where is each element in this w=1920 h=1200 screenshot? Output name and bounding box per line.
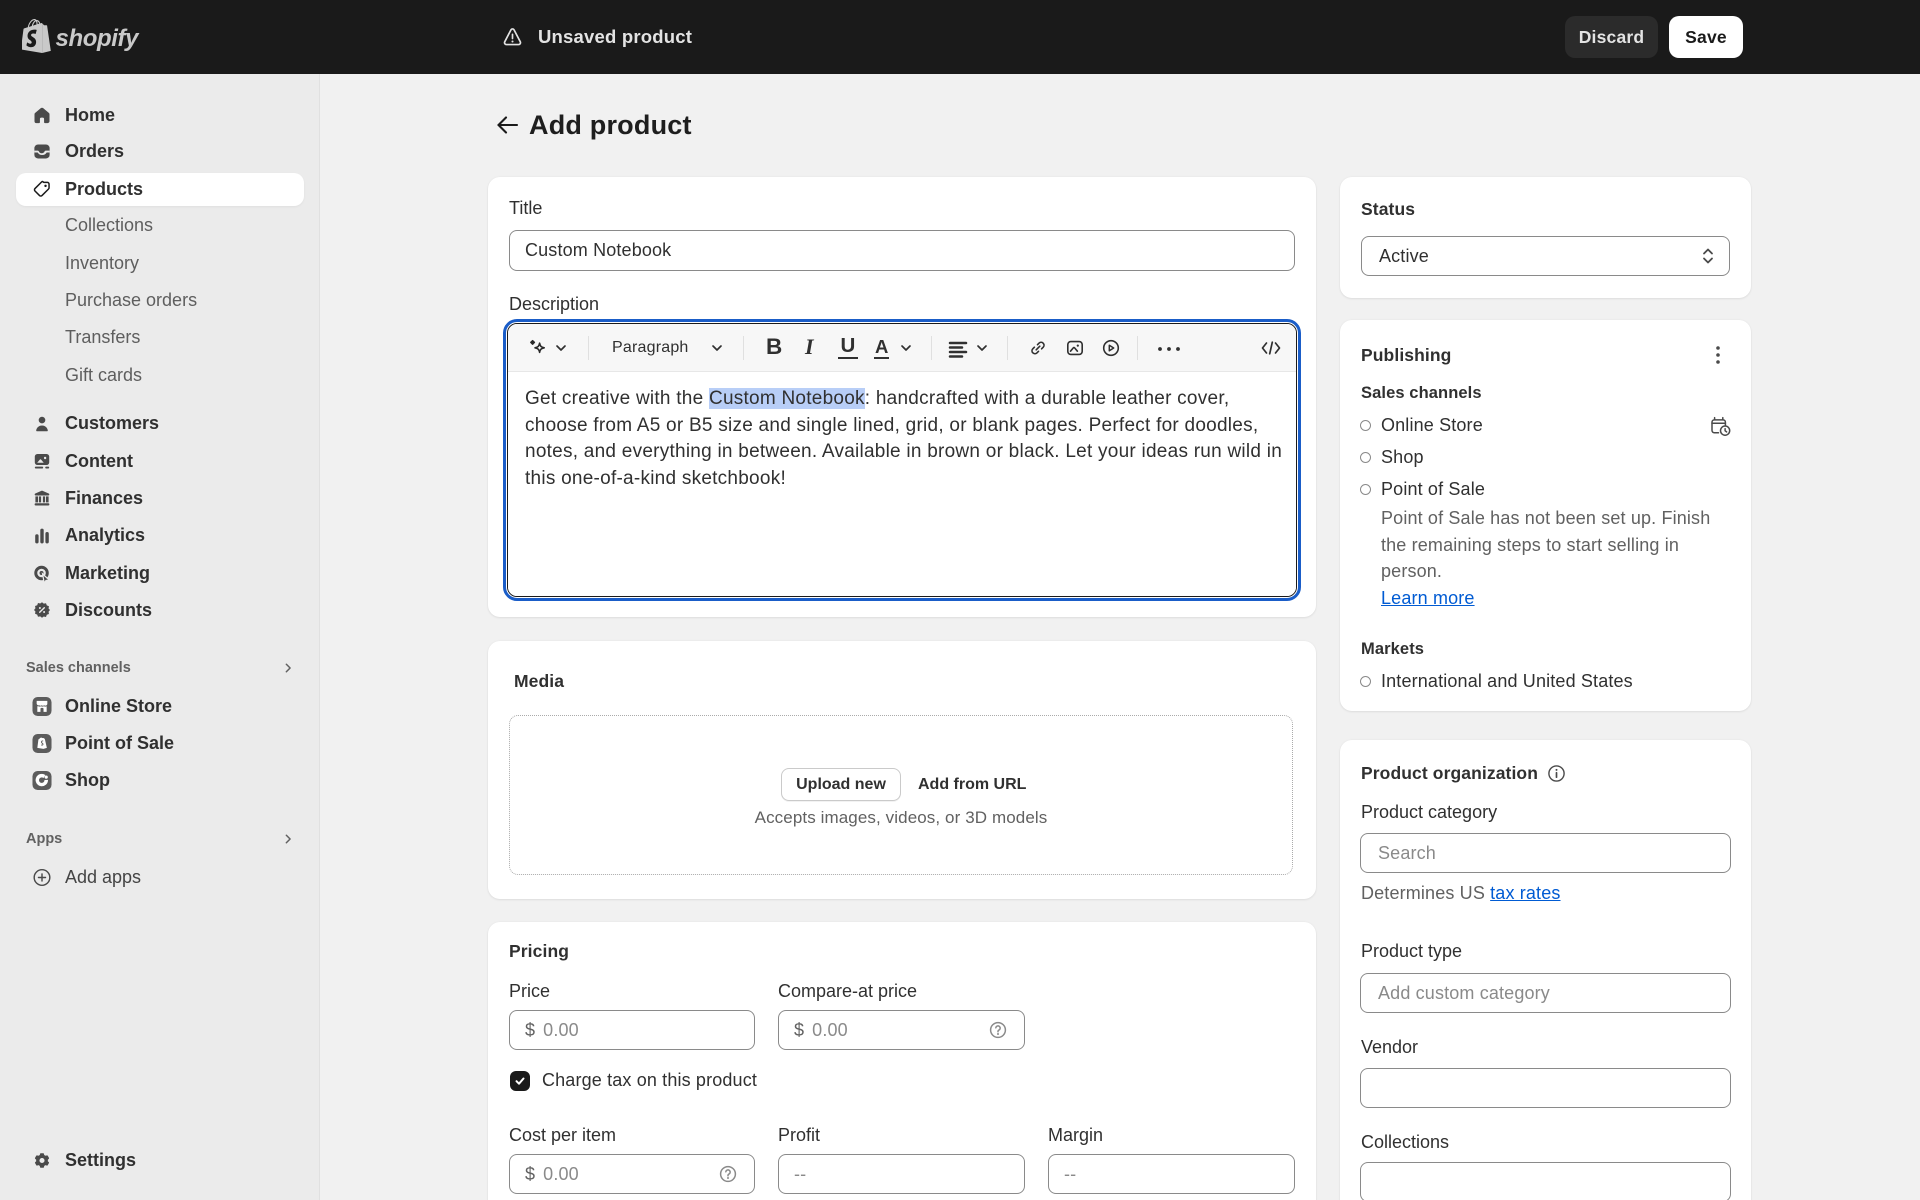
svg-text:shopify: shopify [56, 25, 141, 52]
